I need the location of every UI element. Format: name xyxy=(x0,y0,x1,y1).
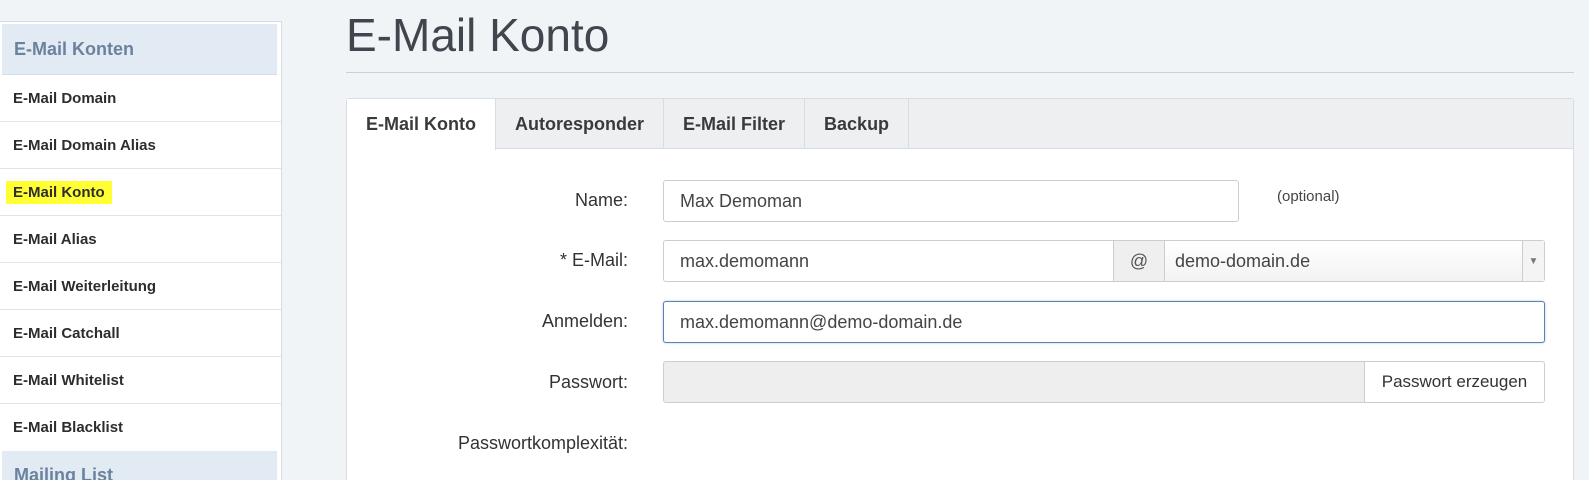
sidebar-item-email-domain-alias[interactable]: E-Mail Domain Alias xyxy=(0,122,281,169)
sidebar-item-email-whitelist[interactable]: E-Mail Whitelist xyxy=(0,357,281,404)
name-optional-hint: (optional) xyxy=(1277,188,1340,205)
tab-email-account[interactable]: E-Mail Konto xyxy=(347,99,496,150)
tab-bar: E-Mail Konto Autoresponder E-Mail Filter… xyxy=(347,99,1573,150)
login-input[interactable]: max.demomann@demo-domain.de xyxy=(663,301,1545,343)
password-label: Passwort: xyxy=(548,372,628,392)
password-complexity-label: Passwortkomplexität: xyxy=(457,433,628,453)
sidebar-header-email-accounts[interactable]: E-Mail Konten xyxy=(2,24,277,75)
sidebar-item-label: E-Mail Catchall xyxy=(13,324,120,342)
login-label: Anmelden: xyxy=(541,311,628,331)
sidebar-item-email-blacklist[interactable]: E-Mail Blacklist xyxy=(0,404,281,451)
tab-backup[interactable]: Backup xyxy=(805,99,910,149)
sidebar-header-mailing-list[interactable]: Mailing List xyxy=(2,451,277,480)
name-input[interactable]: Max Demoman xyxy=(663,180,1239,222)
sidebar-item-email-domain[interactable]: E-Mail Domain xyxy=(0,75,281,122)
sidebar-item-label: E-Mail Whitelist xyxy=(13,371,124,389)
name-label: Name: xyxy=(574,190,628,210)
sidebar-item-email-account[interactable]: E-Mail Konto xyxy=(0,169,281,216)
tab-email-filter[interactable]: E-Mail Filter xyxy=(664,99,806,149)
sidebar-item-email-forward[interactable]: E-Mail Weiterleitung xyxy=(0,263,281,310)
sidebar-item-label: E-Mail Weiterleitung xyxy=(13,277,157,295)
email-domain-value: demo-domain.de xyxy=(1175,250,1311,271)
sidebar-item-email-catchall[interactable]: E-Mail Catchall xyxy=(0,310,281,357)
password-input[interactable] xyxy=(663,361,1365,403)
generate-password-button[interactable]: Passwort erzeugen xyxy=(1364,361,1545,403)
sidebar-item-email-alias[interactable]: E-Mail Alias xyxy=(0,216,281,263)
title-divider xyxy=(346,72,1574,73)
tab-autoresponder[interactable]: Autoresponder xyxy=(496,99,665,149)
email-label: * E-Mail: xyxy=(559,250,628,270)
sidebar-item-label: E-Mail Alias xyxy=(13,230,97,248)
email-domain-select[interactable]: demo-domain.de ▼ xyxy=(1164,240,1545,282)
sidebar-item-label: E-Mail Konto xyxy=(6,180,112,204)
chevron-down-icon[interactable]: ▼ xyxy=(1522,241,1544,281)
sidebar-item-label: E-Mail Domain xyxy=(13,89,117,107)
form-panel: E-Mail Konto Autoresponder E-Mail Filter… xyxy=(346,98,1574,480)
sidebar-item-label: E-Mail Domain Alias xyxy=(13,136,156,154)
sidebar: E-Mail Konten E-Mail Domain E-Mail Domai… xyxy=(0,21,282,480)
email-local-input[interactable]: max.demomann xyxy=(663,240,1114,282)
at-sign-addon: @ xyxy=(1113,240,1165,282)
page-title: E-Mail Konto xyxy=(346,9,610,61)
sidebar-item-label: E-Mail Blacklist xyxy=(13,419,124,436)
